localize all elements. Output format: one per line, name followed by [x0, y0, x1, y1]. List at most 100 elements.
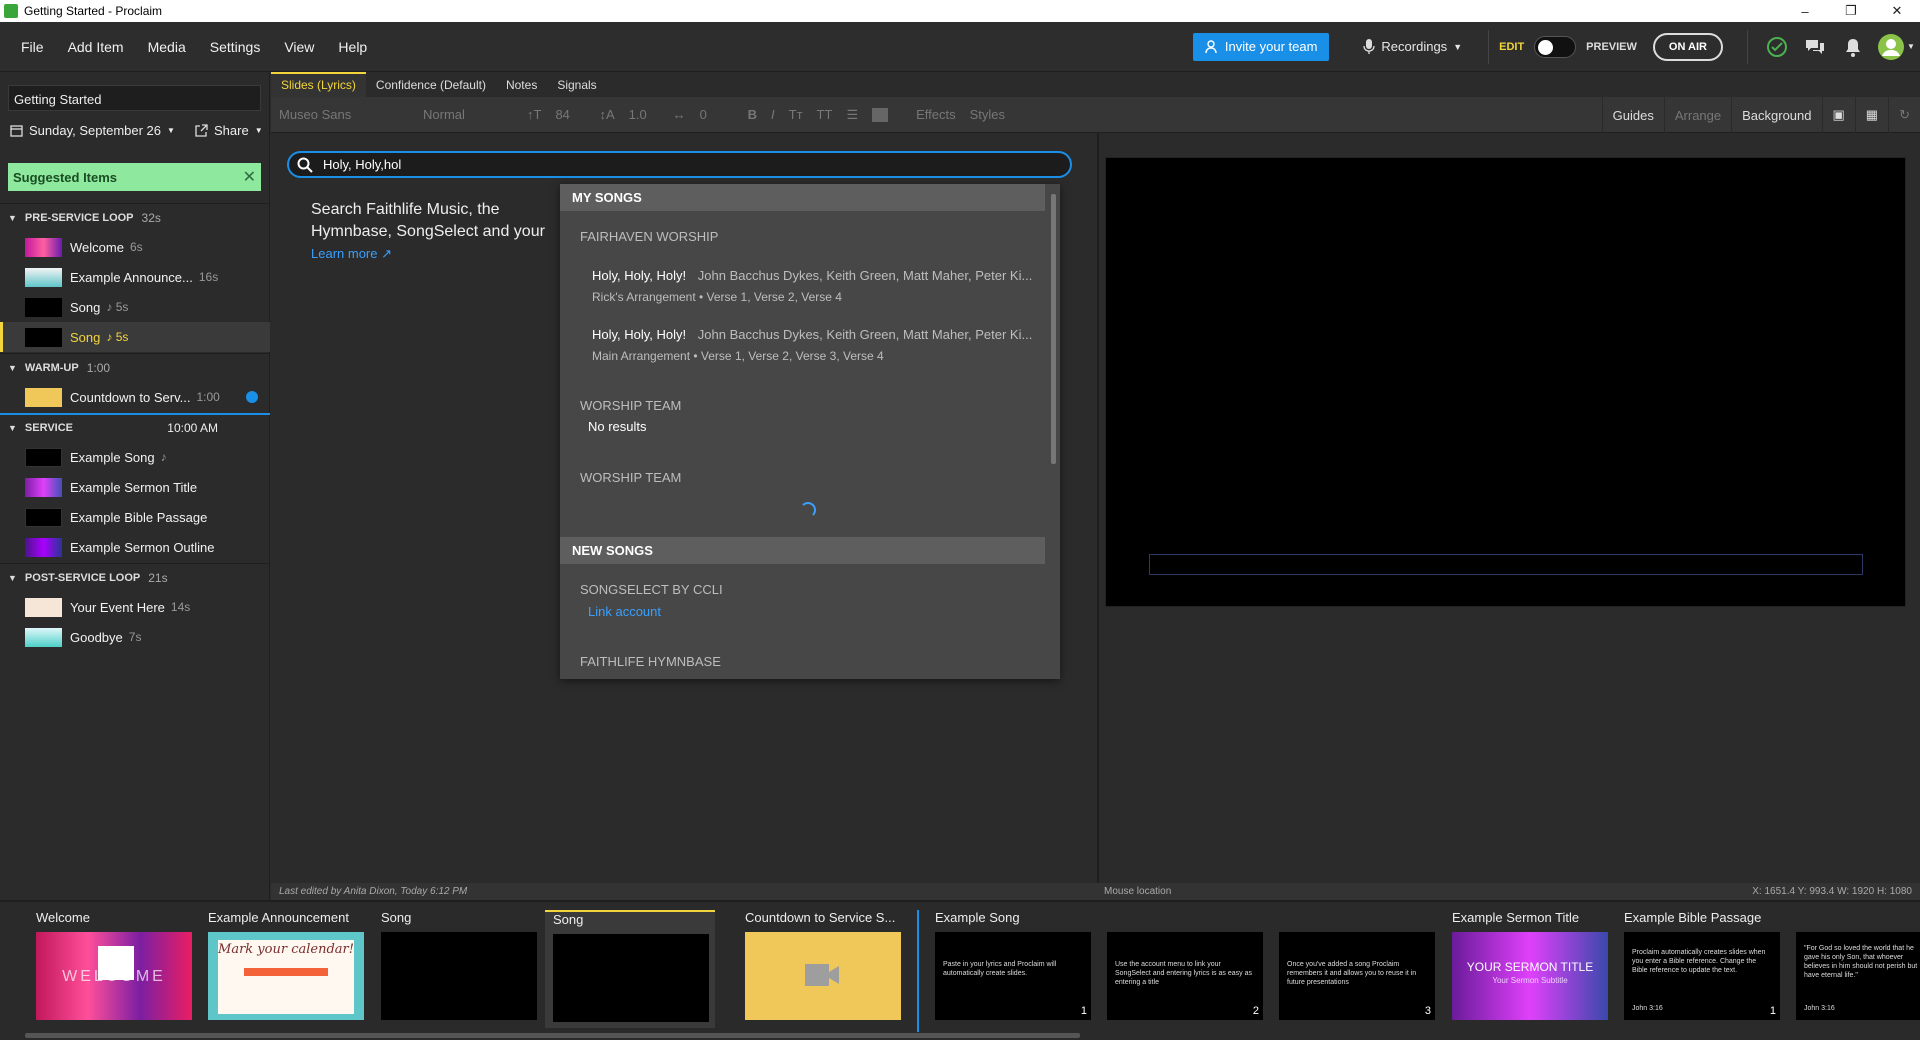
invite-team-button[interactable]: Invite your team: [1192, 32, 1330, 61]
slide-card-welcome[interactable]: Welcome WELCOME: [28, 910, 198, 1028]
align-icon[interactable]: ☰: [846, 107, 858, 123]
arrange-menu[interactable]: Arrange: [1663, 97, 1731, 133]
sidebar-item-announcement[interactable]: Example Announce... 16s: [0, 262, 270, 292]
text-size-icon[interactable]: Tт: [789, 107, 803, 122]
background-menu[interactable]: Background: [1731, 97, 1821, 133]
slide-card-announcement[interactable]: Example Announcement Mark your calendar!: [200, 910, 370, 1028]
edit-preview-toggle[interactable]: [1534, 35, 1577, 58]
sidebar-item-song[interactable]: Song ♪ 5s: [0, 292, 270, 322]
sidebar-item-goodbye[interactable]: Goodbye 7s: [0, 622, 270, 652]
slide-card-example-song-3[interactable]: Once you've added a song Proclaim rememb…: [1271, 910, 1441, 1028]
collapse-triangle-icon[interactable]: ▼: [8, 363, 17, 373]
item-label: Example Sermon Title: [70, 479, 198, 495]
font-family-select[interactable]: Museo Sans: [279, 107, 409, 122]
guides-menu[interactable]: Guides: [1601, 97, 1664, 133]
slide-card-song-selected[interactable]: Song: [545, 910, 715, 1028]
presentation-title-field[interactable]: Getting Started: [8, 85, 261, 111]
section-warm-up[interactable]: ▼ WARM-UP 1:00: [0, 353, 270, 381]
slide-preview-canvas[interactable]: [1105, 157, 1906, 607]
on-air-label: ON AIR: [1668, 40, 1707, 53]
date-selector[interactable]: Sunday, September 26 ▼: [10, 123, 175, 138]
share-button[interactable]: Share ▼: [195, 123, 263, 138]
collapse-triangle-icon[interactable]: ▼: [8, 423, 17, 433]
suggested-items-banner[interactable]: Suggested Items ✕: [8, 163, 261, 191]
menu-add-item[interactable]: Add Item: [56, 39, 136, 55]
slide-card-example-song-2[interactable]: Use the account menu to link your SongSe…: [1099, 910, 1269, 1028]
slide-card-bible-passage-2[interactable]: "For God so loved the world that he gave…: [1788, 910, 1920, 1028]
chat-button[interactable]: [1800, 32, 1830, 62]
pane-divider[interactable]: [1097, 133, 1099, 883]
sidebar-item-song-selected[interactable]: Song ♪ 5s: [0, 322, 270, 352]
account-button[interactable]: ▼: [1876, 32, 1916, 62]
maximize-button[interactable]: ❐: [1828, 0, 1874, 22]
learn-more-link[interactable]: Learn more ↗: [311, 246, 392, 262]
chevron-down-icon: ▼: [167, 126, 175, 135]
font-weight-select[interactable]: Normal: [423, 107, 513, 122]
sidebar-item-sermon-outline[interactable]: Example Sermon Outline: [0, 532, 270, 562]
color-swatch-icon[interactable]: [872, 107, 889, 122]
slide-card-example-song[interactable]: Example Song Paste in your lyrics and Pr…: [927, 910, 1097, 1028]
song-result-2[interactable]: Holy, Holy, Holy! John Bacchus Dykes, Ke…: [592, 327, 1032, 342]
slide-thumbnail: WELCOME: [36, 932, 192, 1020]
menu-settings[interactable]: Settings: [198, 39, 273, 55]
tab-notes[interactable]: Notes: [496, 78, 547, 97]
recordings-menu[interactable]: Recordings ▼: [1363, 38, 1463, 55]
sidebar-item-example-song[interactable]: Example Song ♪: [0, 442, 270, 472]
minimize-button[interactable]: –: [1782, 0, 1828, 22]
letter-spacing-field[interactable]: 0: [700, 107, 734, 122]
sidebar-item-sermon-title[interactable]: Example Sermon Title: [0, 472, 270, 502]
slide-text: Mark your calendar!: [218, 942, 354, 957]
sidebar-item-your-event[interactable]: Your Event Here 14s: [0, 592, 270, 622]
slide-card-sermon-title[interactable]: Example Sermon Title YOUR SERMON TITLE Y…: [1444, 910, 1614, 1028]
font-size-field[interactable]: 84: [555, 107, 585, 122]
menu-media[interactable]: Media: [136, 39, 198, 55]
menu-file[interactable]: File: [0, 39, 56, 55]
play-icon: [246, 391, 258, 403]
bold-icon[interactable]: B: [748, 107, 757, 122]
status-check-button[interactable]: [1762, 32, 1792, 62]
collapse-triangle-icon[interactable]: ▼: [8, 213, 17, 223]
effects-menu[interactable]: Effects: [916, 107, 956, 122]
dropdown-scrollbar[interactable]: [1051, 194, 1056, 464]
lyrics-text-box[interactable]: [1149, 554, 1863, 575]
sidebar-item-welcome[interactable]: Welcome 6s: [0, 232, 270, 262]
sidebar-item-countdown[interactable]: Countdown to Serv... 1:00: [0, 382, 270, 412]
collapse-triangle-icon[interactable]: ▼: [8, 573, 17, 583]
menu-help[interactable]: Help: [326, 39, 379, 55]
item-thumbnail: [25, 537, 62, 557]
chevron-down-icon: ▼: [1453, 41, 1463, 52]
close-window-button[interactable]: ✕: [1874, 0, 1920, 22]
slide-card-bible-passage[interactable]: Example Bible Passage Proclaim automatic…: [1616, 910, 1786, 1028]
tab-slides-lyrics[interactable]: Slides (Lyrics): [271, 72, 366, 97]
invite-team-label: Invite your team: [1224, 39, 1318, 54]
section-post-service-loop[interactable]: ▼ POST-SERVICE LOOP 21s: [0, 563, 270, 591]
slide-card-countdown[interactable]: Countdown to Service S...: [737, 910, 907, 1028]
tab-signals[interactable]: Signals: [547, 78, 606, 97]
styles-menu[interactable]: Styles: [970, 107, 1005, 122]
menu-view[interactable]: View: [272, 39, 326, 55]
refresh-icon[interactable]: ↻: [1888, 97, 1920, 133]
insertion-divider: [917, 910, 919, 1032]
link-account-link[interactable]: Link account: [588, 604, 661, 619]
slide-card-song[interactable]: Song: [373, 910, 543, 1028]
item-label: Example Announce...: [70, 269, 193, 285]
sidebar-item-bible-passage[interactable]: Example Bible Passage: [0, 502, 270, 532]
caps-icon[interactable]: TT: [817, 107, 833, 122]
on-air-button[interactable]: ON AIR: [1652, 32, 1723, 61]
strip-scrollbar[interactable]: [25, 1033, 1080, 1038]
image-icon[interactable]: ▦: [1854, 97, 1888, 133]
app-icon: [4, 4, 18, 18]
close-icon[interactable]: ✕: [243, 167, 256, 187]
song-result-1[interactable]: Holy, Holy, Holy! John Bacchus Dykes, Ke…: [592, 268, 1032, 283]
tab-confidence[interactable]: Confidence (Default): [366, 78, 496, 97]
text-box-icon[interactable]: ▣: [1821, 97, 1855, 133]
notifications-button[interactable]: [1838, 32, 1868, 62]
section-pre-service-loop[interactable]: ▼ PRE-SERVICE LOOP 32s: [0, 203, 270, 231]
section-service[interactable]: ▼ SERVICE 10:00 AM: [0, 413, 270, 441]
recordings-label: Recordings: [1381, 39, 1448, 54]
song-search-input[interactable]: [323, 157, 1023, 172]
italic-icon[interactable]: I: [771, 107, 775, 122]
line-height-field[interactable]: 1.0: [629, 107, 659, 122]
menu-bar: File Add Item Media Settings View Help I…: [0, 22, 1920, 72]
calendar-icon: [10, 125, 23, 137]
